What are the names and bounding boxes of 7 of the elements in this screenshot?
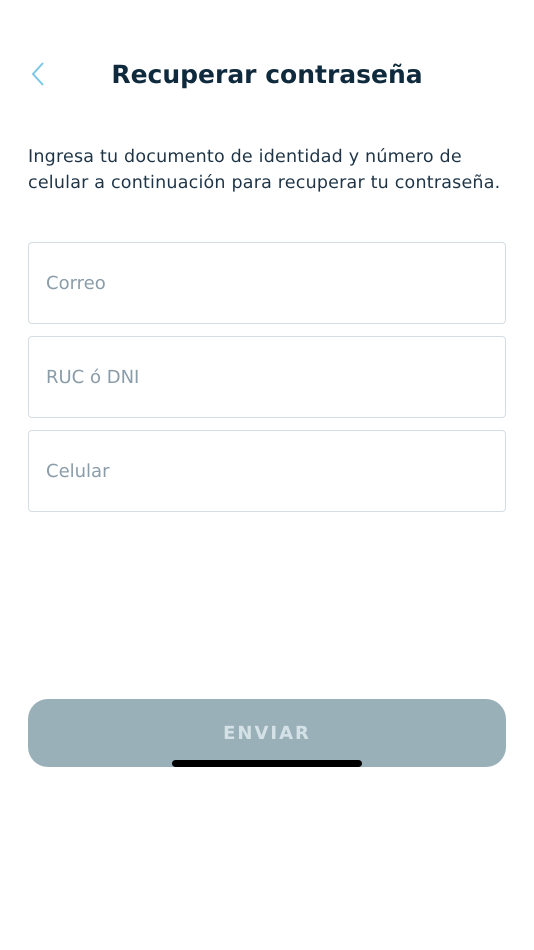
input-field[interactable]: RUC ó DNI xyxy=(28,336,506,418)
instructions-text: Ingresa tu documento de identidad y número de celular a continuación para recuperar tu contraseña. xyxy=(28,146,502,195)
input-field[interactable]: Celular xyxy=(28,430,506,512)
chevron-left-icon xyxy=(32,62,44,86)
input-field[interactable]: Correo xyxy=(28,242,506,324)
page-title: Recuperar contraseña xyxy=(111,60,423,88)
back-button[interactable] xyxy=(32,62,44,86)
